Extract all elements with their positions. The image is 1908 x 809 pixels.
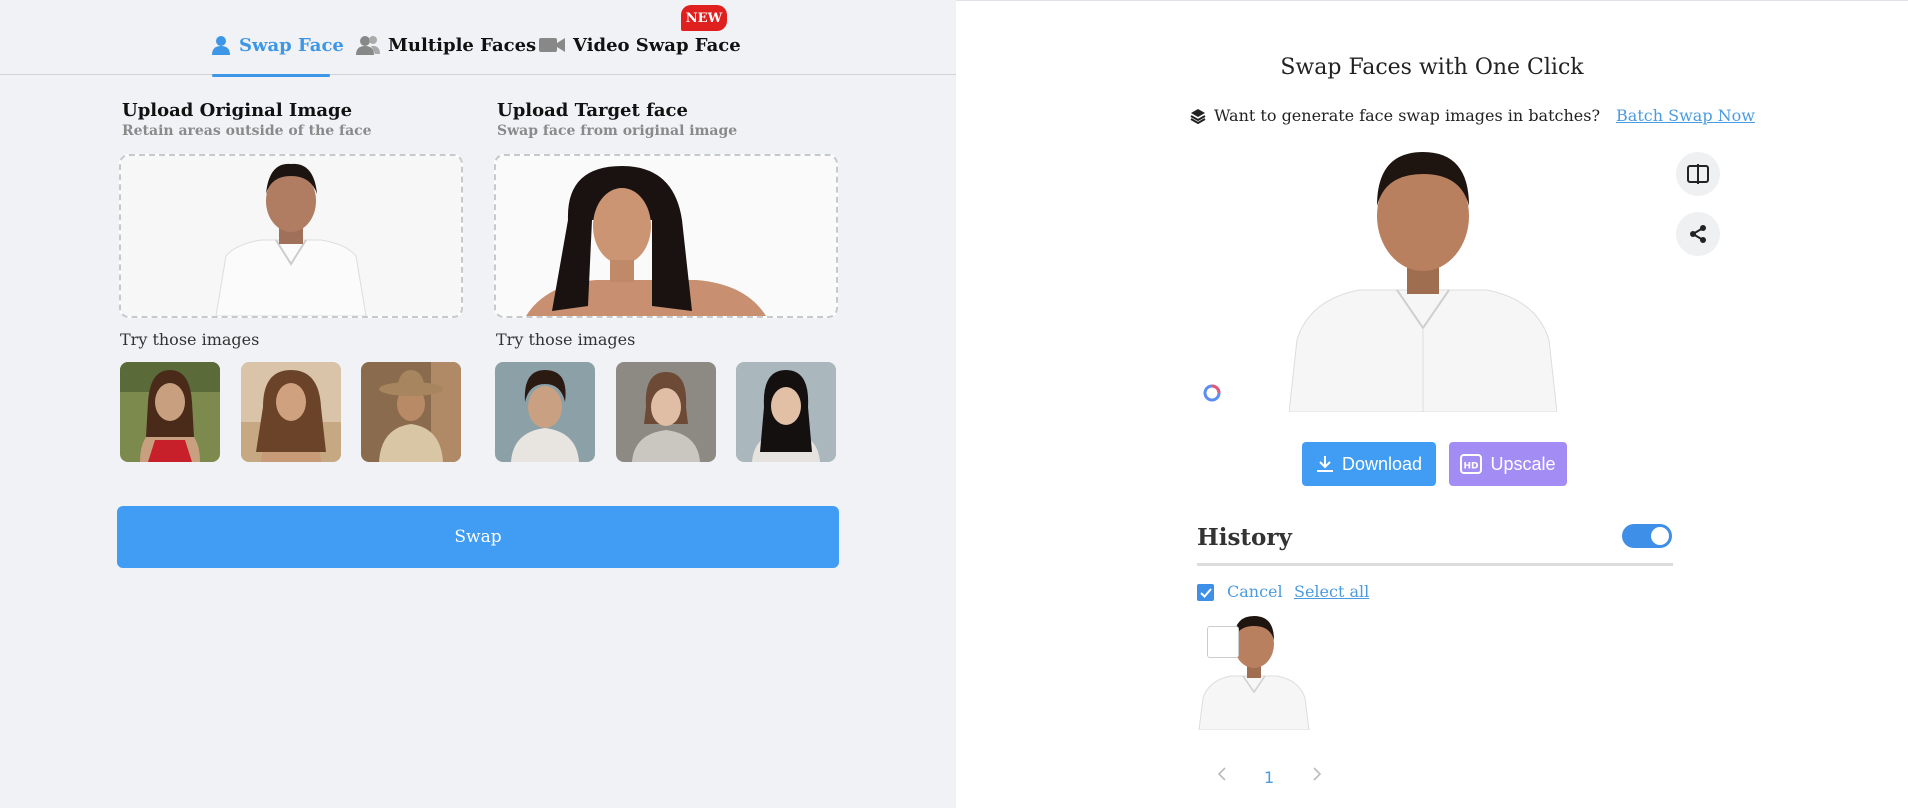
cancel-link[interactable]: Cancel (1227, 582, 1283, 601)
share-icon (1690, 225, 1706, 243)
hd-icon: HD (1460, 454, 1483, 474)
batch-swap-link[interactable]: Batch Swap Now (1616, 106, 1755, 125)
sample-target-2[interactable] (616, 362, 716, 462)
share-button[interactable] (1676, 212, 1720, 256)
user-icon (212, 36, 230, 55)
sample-image (616, 362, 716, 462)
original-upload-box[interactable] (119, 154, 463, 318)
sample-target-3[interactable] (736, 362, 836, 462)
chevron-left-icon (1217, 767, 1226, 781)
download-icon (1316, 456, 1333, 472)
target-subtitle: Swap face from original image (497, 123, 738, 139)
video-camera-icon (539, 38, 565, 52)
sample-image (241, 362, 341, 462)
sample-image (495, 362, 595, 462)
sample-original-3[interactable] (361, 362, 461, 462)
sample-image (120, 362, 220, 462)
tab-swap-face[interactable]: Swap Face (211, 30, 344, 60)
select-all-link[interactable]: Select all (1294, 582, 1369, 601)
target-preview-image (496, 156, 836, 316)
history-divider (1197, 563, 1673, 566)
batch-question: Want to generate face swap images in bat… (1214, 106, 1601, 125)
prev-page-button[interactable] (1217, 766, 1227, 785)
sample-target-1[interactable] (495, 362, 595, 462)
swap-form-panel: Swap Face Multiple Faces Video Swap Face… (0, 0, 956, 808)
target-title: Upload Target face (497, 100, 688, 121)
svg-text:HD: HD (1464, 462, 1479, 472)
original-try-label: Try those images (120, 330, 260, 349)
batch-promo: Want to generate face swap images in bat… (1190, 106, 1755, 125)
download-button[interactable]: Download (1302, 442, 1436, 486)
upscale-button[interactable]: HD Upscale (1449, 442, 1567, 486)
original-title: Upload Original Image (122, 100, 353, 121)
original-preview-image (121, 156, 461, 316)
layers-icon (1190, 108, 1206, 124)
select-mode-checkbox[interactable] (1197, 584, 1214, 601)
checkmark-icon (1199, 587, 1212, 598)
mode-tabs: Swap Face Multiple Faces Video Swap Face… (0, 0, 956, 77)
tab-swap-face-label: Swap Face (239, 34, 344, 56)
upscale-label: Upscale (1490, 453, 1556, 474)
result-image[interactable] (1289, 150, 1557, 412)
sample-original-1[interactable] (120, 362, 220, 462)
active-tab-indicator (212, 74, 330, 77)
new-badge: NEW (681, 5, 727, 31)
history-title: History (1197, 524, 1292, 551)
result-title: Swap Faces with One Click (1280, 55, 1584, 80)
next-page-button[interactable] (1312, 766, 1322, 785)
tab-multiple-faces[interactable]: Multiple Faces (356, 30, 536, 60)
compare-icon (1687, 164, 1709, 184)
history-toggle[interactable] (1622, 524, 1672, 548)
target-upload-box[interactable] (494, 154, 838, 318)
sample-image (361, 362, 461, 462)
download-label: Download (1341, 453, 1423, 474)
sample-image (736, 362, 836, 462)
history-item[interactable] (1197, 614, 1311, 730)
sample-original-2[interactable] (241, 362, 341, 462)
tab-video-swap-face[interactable]: Video Swap Face (539, 30, 741, 60)
chevron-right-icon (1313, 767, 1322, 781)
result-photo (1289, 150, 1557, 412)
compare-button[interactable] (1676, 152, 1720, 196)
tab-video-swap-face-label: Video Swap Face (573, 34, 741, 56)
loading-spinner-icon (1203, 384, 1221, 402)
target-try-label: Try those images (496, 330, 636, 349)
users-icon (356, 36, 380, 55)
swap-button[interactable]: Swap (117, 506, 839, 568)
original-subtitle: Retain areas outside of the face (122, 123, 372, 139)
page-number[interactable]: 1 (1264, 768, 1274, 787)
history-item-checkbox[interactable] (1207, 626, 1239, 658)
tab-multiple-faces-label: Multiple Faces (388, 34, 537, 56)
